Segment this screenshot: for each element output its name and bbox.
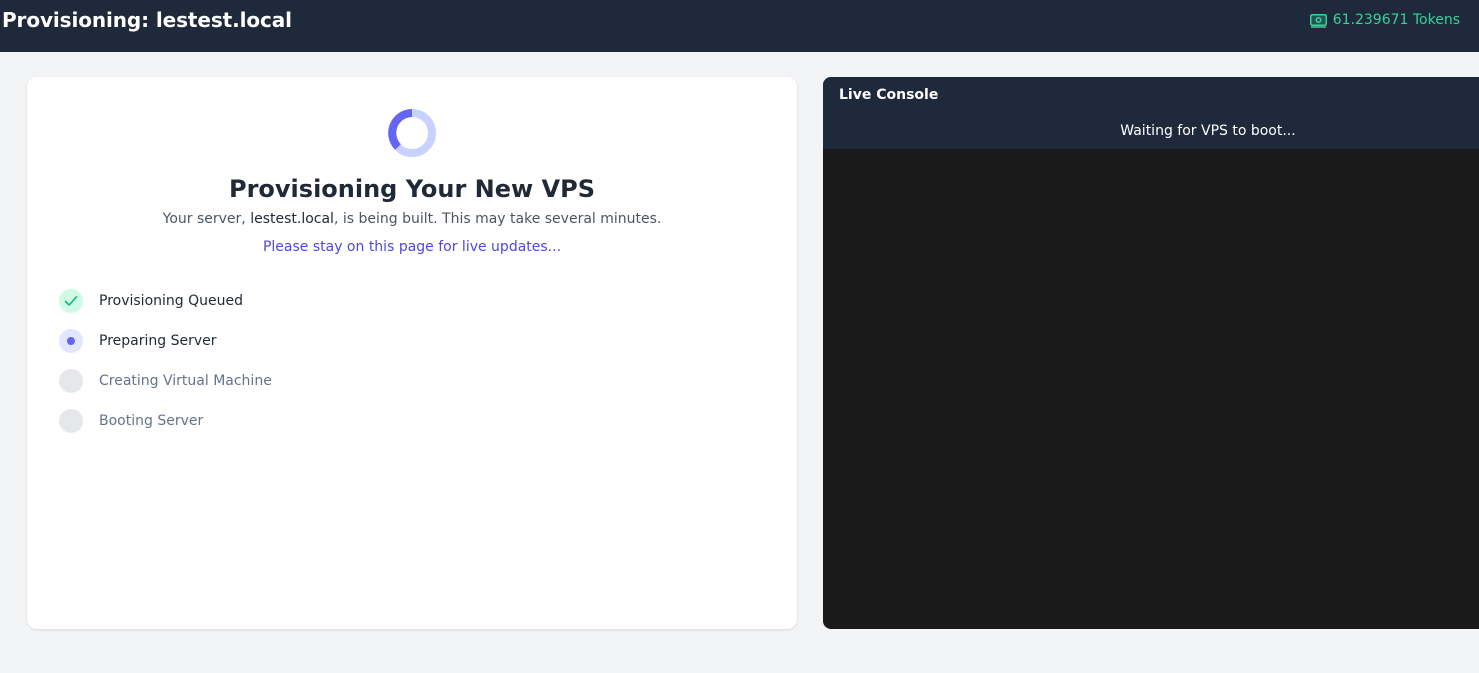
- check-icon: [59, 289, 83, 313]
- page-title: Provisioning: lestest.local: [2, 8, 292, 32]
- step-label: Provisioning Queued: [99, 293, 243, 309]
- description-suffix: , is being built. This may take several …: [333, 211, 662, 227]
- step-creating-virtual-machine: Creating Virtual Machine: [59, 369, 272, 393]
- token-balance[interactable]: 61.239671 Tokens: [1309, 10, 1460, 30]
- top-header: Provisioning: lestest.local 61.239671 To…: [0, 0, 1479, 52]
- console-header: Live Console Waiting for VPS to boot...: [823, 77, 1479, 149]
- step-provisioning-queued: Provisioning Queued: [59, 289, 272, 313]
- live-console-panel[interactable]: Live Console Waiting for VPS to boot...: [823, 77, 1479, 629]
- step-label: Preparing Server: [99, 333, 217, 349]
- active-dot-icon: [59, 329, 83, 353]
- token-balance-label: 61.239671 Tokens: [1332, 12, 1460, 28]
- pending-circle-icon: [59, 369, 83, 393]
- console-title: Live Console: [839, 87, 939, 103]
- loading-spinner-icon: [388, 109, 436, 157]
- server-hostname: lestest.local: [250, 211, 334, 227]
- step-label: Creating Virtual Machine: [99, 373, 272, 389]
- step-booting-server: Booting Server: [59, 409, 272, 433]
- provisioning-description: Your server, lestest.local, is being bui…: [27, 209, 797, 229]
- console-status: Waiting for VPS to boot...: [1120, 123, 1296, 139]
- pending-circle-icon: [59, 409, 83, 433]
- provisioning-status-card: Provisioning Your New VPS Your server, l…: [27, 77, 797, 629]
- step-label: Booting Server: [99, 413, 204, 429]
- provisioning-steps: Provisioning Queued Preparing Server Cre…: [59, 289, 272, 449]
- step-preparing-server: Preparing Server: [59, 329, 272, 353]
- money-bill-icon: [1309, 13, 1327, 28]
- provisioning-heading: Provisioning Your New VPS: [229, 175, 595, 203]
- stay-on-page-notice: Please stay on this page for live update…: [262, 239, 562, 255]
- description-prefix: Your server,: [162, 211, 251, 227]
